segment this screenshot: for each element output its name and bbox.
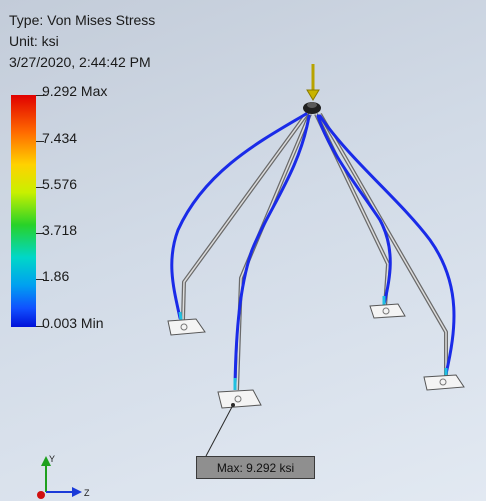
triad-z-label: Z xyxy=(84,488,90,498)
z-axis-arrow-icon xyxy=(46,487,82,497)
frame-hub xyxy=(303,102,321,114)
triad-y-label: Y xyxy=(49,454,55,464)
deformed-shape xyxy=(170,112,456,387)
max-stress-probe-label[interactable]: Max: 9.292 ksi xyxy=(196,456,315,479)
fea-model-viewport[interactable] xyxy=(0,0,486,501)
foot-pad xyxy=(217,389,262,409)
view-triad[interactable]: Y Z xyxy=(22,450,102,500)
probe-leader xyxy=(205,403,235,457)
undeformed-frame-highlight xyxy=(182,111,447,391)
low-stress-highlights xyxy=(178,296,448,390)
foot-pad xyxy=(167,318,206,336)
load-arrow-icon xyxy=(306,64,320,101)
undeformed-frame xyxy=(181,110,448,391)
foot-pad xyxy=(423,374,465,391)
foot-pad xyxy=(369,303,406,319)
x-axis-point-icon xyxy=(37,491,45,499)
